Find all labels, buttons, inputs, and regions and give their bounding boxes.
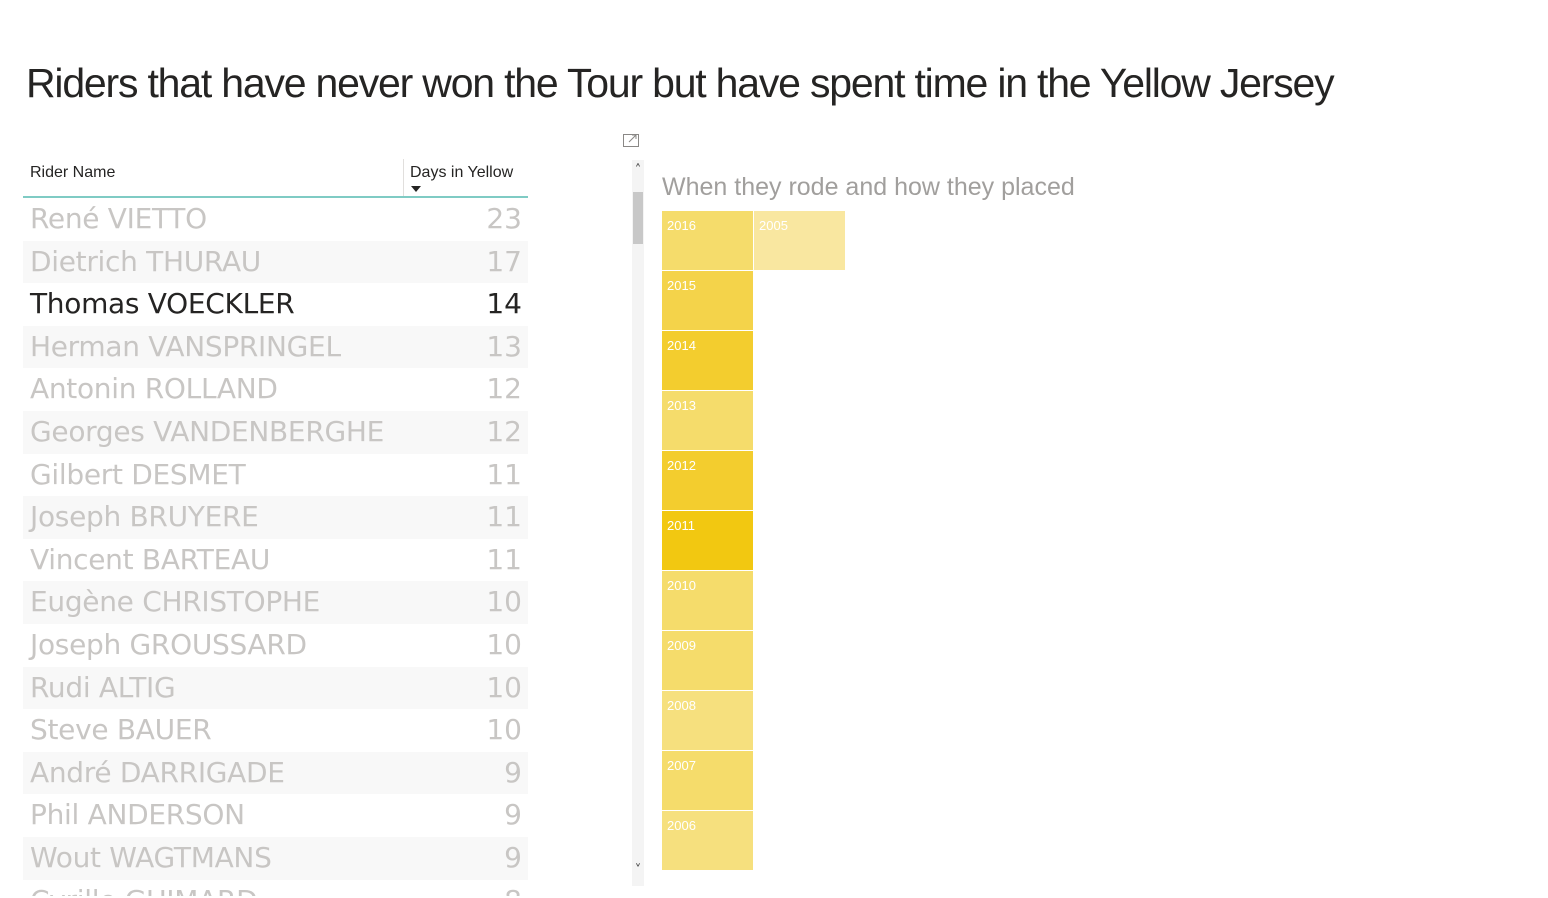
chevron-down-icon[interactable]: ˅ (632, 862, 644, 880)
days-in-yellow-cell: 10 (486, 627, 522, 661)
table-row[interactable]: Wout WAGTMANS 9 (23, 836, 528, 880)
table-row[interactable]: Joseph GROUSSARD 10 (23, 624, 528, 667)
days-in-yellow-cell: 11 (486, 542, 522, 576)
rider-name-cell: Dietrich THURAU (30, 244, 261, 278)
table-row[interactable]: Rudi ALTIG 10 (23, 666, 528, 710)
table-body: René VIETTO 23 Dietrich THURAU 17 Thomas VOE… (23, 198, 528, 896)
table-row[interactable]: Joseph BRUYERE 11 (23, 496, 528, 539)
rider-name-cell: Rudi ALTIG (30, 670, 176, 704)
table-row[interactable]: Steve BAUER 10 (23, 709, 528, 752)
days-in-yellow-cell: 10 (486, 670, 522, 704)
rider-name-cell: Cyrille GUIMARD (30, 884, 258, 897)
riders-table: Rider Name Days in Yellow René VIETTO 23 D… (23, 159, 528, 896)
chevron-up-icon[interactable]: ˄ (632, 162, 644, 180)
treemap-tile[interactable] (662, 331, 753, 390)
sort-descending-icon[interactable] (411, 186, 421, 192)
treemap-tile[interactable] (662, 751, 753, 810)
rider-name-cell: Antonin ROLLAND (30, 372, 278, 406)
table-row[interactable]: Phil ANDERSON 9 (23, 794, 528, 837)
days-in-yellow-cell: 17 (486, 244, 522, 278)
rider-name-cell: Georges VANDENBERGHE (30, 414, 385, 448)
rider-name-cell: André DARRIGADE (30, 755, 285, 789)
days-in-yellow-cell: 9 (504, 755, 522, 789)
table-row[interactable]: André DARRIGADE 9 (23, 751, 528, 795)
rider-name-cell: René VIETTO (30, 202, 207, 235)
treemap-tile[interactable] (662, 211, 753, 270)
days-in-yellow-cell: 12 (486, 372, 522, 406)
days-in-yellow-cell: 13 (486, 329, 522, 363)
chart-title: When they rode and how they placed (662, 173, 1075, 201)
treemap-tile[interactable] (662, 571, 753, 630)
rider-name-cell: Steve BAUER (30, 713, 212, 747)
days-in-yellow-cell: 23 (486, 202, 522, 235)
table-row[interactable]: Herman VANSPRINGEL 13 (23, 325, 528, 369)
rider-name-cell: Joseph GROUSSARD (30, 627, 307, 661)
table-row[interactable]: Eugène CHRISTOPHE 10 (23, 581, 528, 624)
treemap-tile[interactable] (662, 691, 753, 750)
treemap-tile[interactable] (662, 451, 753, 510)
table-row[interactable]: Cyrille GUIMARD 8 (23, 880, 528, 897)
table-row[interactable]: René VIETTO 23 (23, 198, 528, 241)
treemap-tile[interactable] (662, 631, 753, 690)
days-in-yellow-cell: 10 (486, 713, 522, 747)
scrollbar-thumb[interactable] (633, 192, 643, 244)
table-scrollbar[interactable]: ˄ ˅ (632, 160, 644, 886)
treemap-tile[interactable] (662, 391, 753, 450)
treemap-tile[interactable] (662, 811, 753, 870)
days-in-yellow-cell: 9 (504, 840, 522, 874)
table-row[interactable]: Vincent BARTEAU 11 (23, 539, 528, 582)
table-row[interactable]: Dietrich THURAU 17 (23, 240, 528, 284)
days-in-yellow-cell: 12 (486, 414, 522, 448)
treemap-tile[interactable] (662, 511, 753, 570)
days-in-yellow-cell: 10 (486, 585, 522, 619)
rider-name-cell: Vincent BARTEAU (30, 542, 271, 576)
rider-name-cell: Gilbert DESMET (30, 457, 246, 491)
table-row[interactable]: Thomas VOECKLER 14 (23, 283, 528, 326)
rider-name-cell: Wout WAGTMANS (30, 840, 272, 874)
treemap-tile[interactable] (754, 211, 845, 270)
days-in-yellow-cell: 9 (504, 798, 522, 832)
report-title: Riders that have never won the Tour but … (26, 60, 1335, 106)
days-in-yellow-cell: 14 (486, 287, 522, 321)
rider-name-cell: Joseph BRUYERE (30, 500, 259, 534)
treemap-tile[interactable] (662, 271, 753, 330)
days-in-yellow-cell: 11 (486, 457, 522, 491)
table-row[interactable]: Antonin ROLLAND 12 (23, 368, 528, 411)
column-header-days-in-yellow[interactable]: Days in Yellow (403, 159, 528, 196)
days-in-yellow-cell: 11 (486, 500, 522, 534)
table-row[interactable]: Gilbert DESMET 11 (23, 454, 528, 497)
rider-name-cell: Thomas VOECKLER (30, 287, 295, 321)
rider-name-cell: Eugène CHRISTOPHE (30, 585, 321, 619)
column-header-days-label: Days in Yellow (410, 164, 514, 181)
focus-mode-icon[interactable] (622, 132, 640, 148)
column-header-rider-name[interactable]: Rider Name (30, 164, 115, 182)
rider-name-cell: Herman VANSPRINGEL (30, 329, 341, 363)
table-row[interactable]: Georges VANDENBERGHE 12 (23, 410, 528, 454)
table-header: Rider Name Days in Yellow (23, 159, 528, 198)
days-in-yellow-cell: 8 (504, 884, 522, 897)
rider-name-cell: Phil ANDERSON (30, 798, 245, 832)
